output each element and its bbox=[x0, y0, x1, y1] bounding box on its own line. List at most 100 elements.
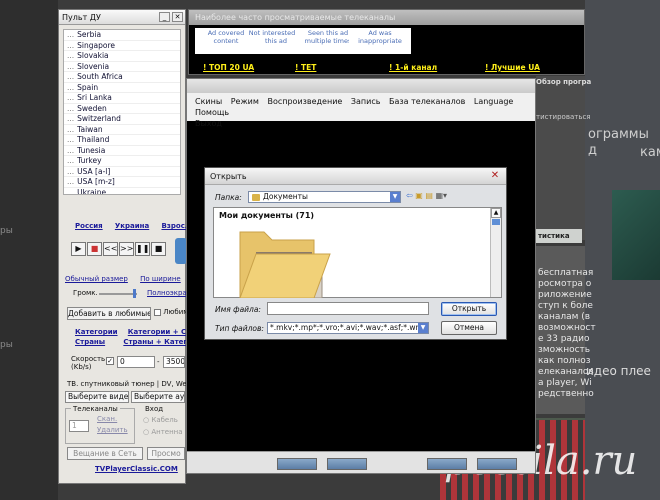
record-button[interactable]: ■ bbox=[151, 242, 166, 256]
channel-item[interactable]: ... Turkey bbox=[64, 156, 180, 167]
cancel-button[interactable]: Отмена bbox=[441, 321, 497, 335]
scroll-thumb[interactable] bbox=[492, 219, 500, 225]
chevron-down-icon: ▼ bbox=[418, 323, 428, 333]
channel-item[interactable]: ... Tunesia bbox=[64, 146, 180, 156]
channel-item[interactable]: ... Singapore bbox=[64, 40, 180, 51]
speed-checkbox[interactable]: ✓ bbox=[106, 357, 114, 365]
play-button[interactable]: ▶ bbox=[71, 242, 86, 256]
channel-number: ... bbox=[67, 61, 75, 71]
channel-name: USA [a-l] bbox=[77, 166, 111, 176]
thumbnail[interactable] bbox=[427, 458, 467, 470]
top-link[interactable]: ! 1-й канал bbox=[389, 63, 437, 72]
speed-from-field[interactable]: 0 bbox=[117, 356, 155, 368]
menu-record[interactable]: Запись bbox=[351, 97, 381, 106]
top-channels-title: Наиболее часто просматриваемые телеканал… bbox=[189, 10, 584, 25]
scrollbar[interactable]: ▲ bbox=[490, 208, 501, 297]
video-device-select[interactable]: Выберите видео bbox=[65, 391, 129, 403]
remove-link[interactable]: Удалить bbox=[97, 426, 128, 434]
link-ukraine[interactable]: Украина bbox=[115, 222, 149, 230]
channel-item[interactable]: ... Switzerland bbox=[64, 114, 180, 125]
channel-item[interactable]: ... Ukraine bbox=[64, 187, 180, 195]
scroll-up-icon[interactable]: ▲ bbox=[491, 208, 501, 218]
channel-item[interactable]: ... USA [a-l] bbox=[64, 166, 180, 177]
menu-mode[interactable]: Режим bbox=[231, 97, 259, 106]
channel-number[interactable]: 1 bbox=[69, 420, 89, 432]
menu-exit[interactable]: Выход bbox=[195, 119, 222, 128]
bg-fragment: кам bbox=[640, 145, 660, 160]
channel-item[interactable]: ... Sweden bbox=[64, 103, 180, 114]
cable-radio[interactable]: ○ Кабель bbox=[143, 416, 178, 424]
channel-item[interactable]: ... Serbia bbox=[64, 30, 180, 41]
stop-button[interactable]: ■ bbox=[87, 242, 102, 256]
back-icon[interactable]: ⇦ bbox=[406, 191, 413, 200]
channel-item[interactable]: ... USA [m-z] bbox=[64, 177, 180, 188]
add-favorite-button[interactable]: Добавить в любимые bbox=[67, 307, 151, 320]
channel-item[interactable]: ... Slovenia bbox=[64, 61, 180, 72]
channel-item[interactable]: ... South Africa bbox=[64, 72, 180, 83]
channel-name: Serbia bbox=[77, 30, 102, 39]
channel-number: ... bbox=[67, 114, 75, 123]
bg-fragment: ры bbox=[0, 226, 13, 236]
top-channels-window: Наиболее часто просматриваемые телеканал… bbox=[188, 9, 585, 75]
forward-button[interactable]: >> bbox=[119, 242, 134, 256]
channel-name: Singapore bbox=[77, 40, 115, 50]
scan-link[interactable]: Скан. bbox=[97, 415, 117, 423]
thumbnail[interactable] bbox=[277, 458, 317, 470]
wide-link[interactable]: По ширине bbox=[140, 275, 181, 283]
menu-channel-db[interactable]: База телеканалов bbox=[389, 97, 465, 106]
top-link[interactable]: ! ТОП 20 UA bbox=[203, 63, 254, 72]
channel-name: South Africa bbox=[77, 72, 123, 81]
bg-fragment: ры bbox=[0, 340, 13, 350]
minimize-button[interactable]: _ bbox=[159, 12, 170, 22]
channel-item[interactable]: ... Sri Lanka bbox=[64, 93, 180, 104]
channel-item[interactable]: ... Spain bbox=[64, 82, 180, 93]
rewind-button[interactable]: << bbox=[103, 242, 118, 256]
menu-language[interactable]: Language bbox=[474, 97, 513, 106]
folder-select[interactable]: Документы ▼ bbox=[248, 191, 401, 203]
folder-icon[interactable] bbox=[234, 226, 334, 298]
menu-help[interactable]: Помощь bbox=[195, 108, 229, 117]
new-folder-icon[interactable]: ▤ bbox=[425, 191, 433, 200]
close-button[interactable]: ✕ bbox=[172, 12, 183, 22]
menu-skins[interactable]: Скины bbox=[195, 97, 222, 106]
categories-link[interactable]: Категории bbox=[75, 328, 118, 336]
audio-device-select[interactable]: Выберите ау bbox=[131, 391, 185, 403]
channel-number: ... bbox=[67, 72, 75, 81]
view-button[interactable]: Просмо bbox=[147, 447, 185, 460]
thumbnail[interactable] bbox=[477, 458, 517, 470]
thumbnail[interactable] bbox=[327, 458, 367, 470]
filename-input[interactable] bbox=[267, 302, 429, 315]
channel-name: Ukraine bbox=[77, 187, 107, 195]
channel-name: Sweden bbox=[77, 103, 107, 113]
antenna-radio[interactable]: ○ Антенна bbox=[143, 428, 183, 436]
countries-link[interactable]: Страны bbox=[75, 338, 105, 346]
volume-thumb[interactable] bbox=[133, 289, 136, 298]
broadcast-button[interactable]: Вещание в Сеть bbox=[67, 447, 143, 460]
top-link[interactable]: ! ТЕТ bbox=[295, 63, 316, 72]
filetype-label: Тип файлов: bbox=[215, 324, 264, 333]
up-folder-icon[interactable]: ▣ bbox=[415, 191, 423, 200]
view-menu-icon[interactable]: ▦▾ bbox=[435, 191, 447, 200]
channel-item[interactable]: ... Taiwan bbox=[64, 125, 180, 135]
channel-item[interactable]: ... Slovakia bbox=[64, 51, 180, 62]
open-button[interactable]: Открыть bbox=[441, 302, 497, 316]
close-icon[interactable]: ✕ bbox=[489, 170, 501, 182]
file-list[interactable]: Мои документы (71) ▲ bbox=[213, 207, 502, 298]
top-link[interactable]: ! Лучшие UA bbox=[485, 63, 540, 72]
volume-slider[interactable] bbox=[99, 293, 137, 295]
channel-name: Slovakia bbox=[77, 51, 109, 60]
channel-list[interactable]: ... Serbia... Singapore... Slovakia... Slove… bbox=[63, 29, 181, 195]
filetype-select[interactable]: *.mkv;*.mp*;*.vro;*.avi;*.wav;*.asf;*.wm… bbox=[267, 322, 429, 334]
favorites-checkbox[interactable]: Любим bbox=[154, 308, 189, 316]
menu-playback[interactable]: Воспроизведение bbox=[267, 97, 342, 106]
speed-to-field[interactable]: 3500 bbox=[163, 356, 185, 368]
pause-button[interactable]: ❚❚ bbox=[135, 242, 150, 256]
site-link[interactable]: TVPlayerClassic.COM bbox=[95, 465, 178, 473]
channel-item[interactable]: ... Thailand bbox=[64, 135, 180, 146]
background-left-strip bbox=[0, 0, 58, 500]
channel-name: Thailand bbox=[77, 135, 110, 144]
normal-size-link[interactable]: Обычный размер bbox=[65, 275, 128, 283]
link-russia[interactable]: Россия bbox=[75, 222, 103, 230]
ad-option[interactable]: Ad was inappropriate bbox=[349, 28, 411, 54]
channel-name: Spain bbox=[77, 82, 99, 92]
